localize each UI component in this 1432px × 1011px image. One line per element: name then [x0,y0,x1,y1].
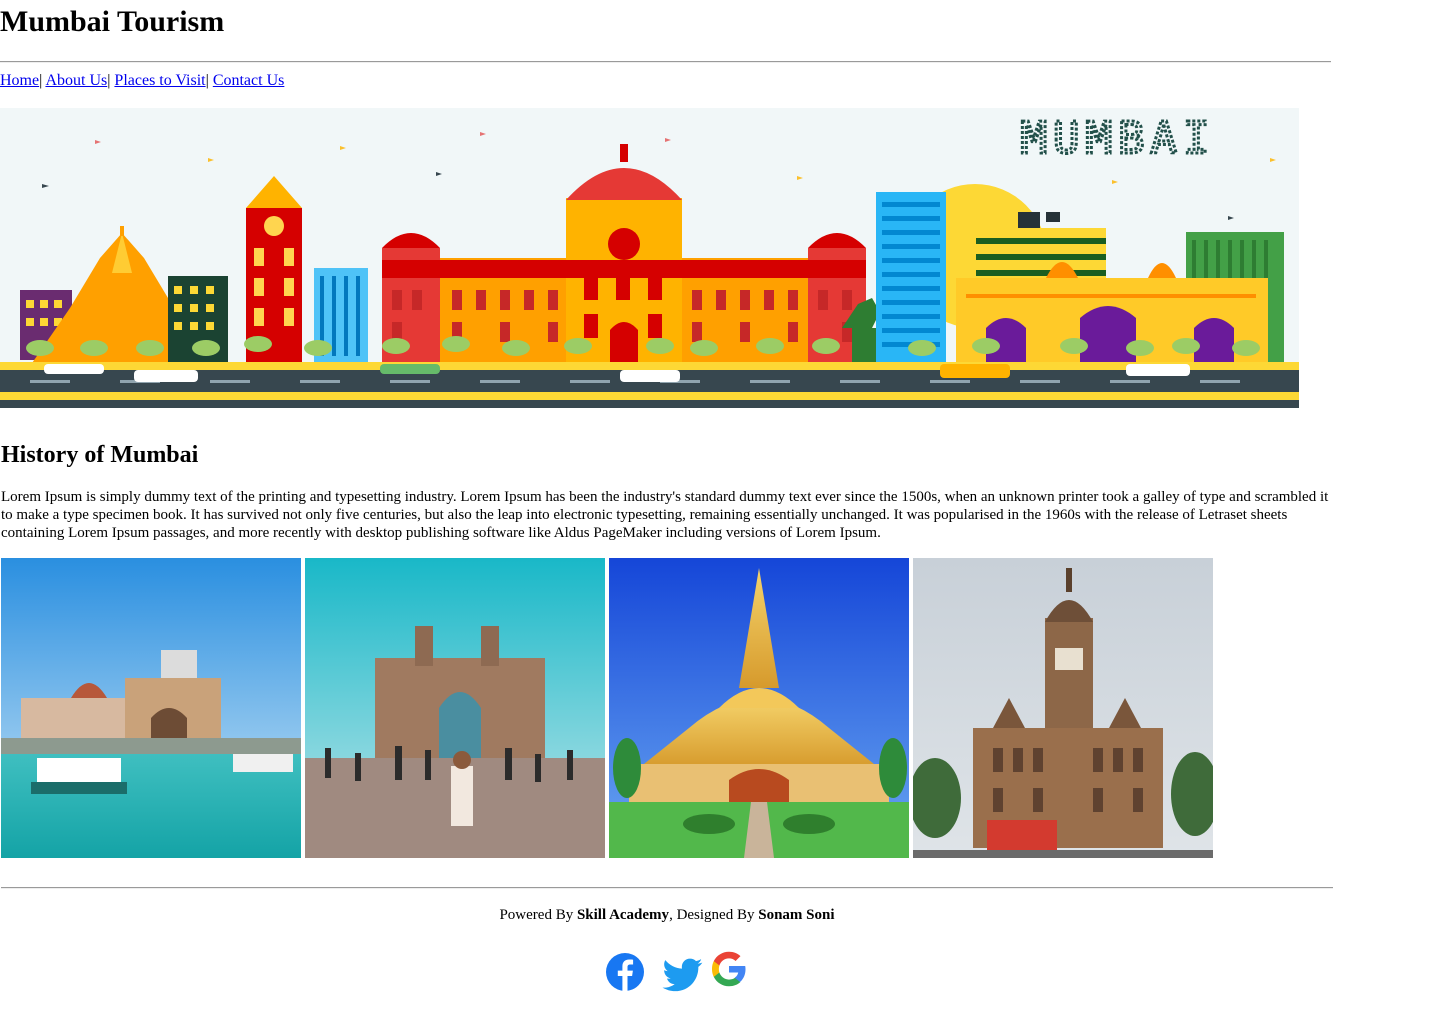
footer-designer-name: Sonam Soni [758,907,835,923]
mumbai-skyline-banner: MUMBAI [0,108,1299,408]
nav-link-about-us[interactable]: About Us [45,72,107,89]
banner-wordmark: MUMBAI [1021,113,1216,164]
nav-separator: | [107,72,111,89]
footer-credit: Powered By Skill Academy, Designed By So… [0,905,1334,925]
site-title: Mumbai Tourism [0,5,225,38]
history-heading: History of Mumbai [1,442,199,468]
footer-powered-name: Skill Academy [576,907,670,923]
header-divider [0,61,1331,63]
nav-link-places-to-visit[interactable]: Places to Visit [114,72,205,89]
footer-divider [1,887,1333,889]
main-nav: Home| About Us| Places to Visit| Contact… [0,71,284,91]
google-link[interactable] [711,944,747,994]
twitter-icon [662,958,703,992]
photo-bmc-building [913,558,1213,858]
social-links [605,940,747,994]
nav-link-home[interactable]: Home [0,72,39,89]
footer-powered-prefix: Powered By [499,907,577,923]
facebook-link[interactable] [605,948,645,994]
footer-designed-prefix: , Designed By [669,907,759,923]
history-paragraph: Lorem Ipsum is simply dummy text of the … [1,489,1329,541]
nav-separator: | [39,72,43,89]
google-icon [711,951,746,987]
nav-link-contact-us[interactable]: Contact Us [213,72,285,89]
photo-gateway-harbour [1,558,301,858]
photo-gateway-of-india [305,558,605,858]
twitter-link[interactable] [661,954,705,994]
photo-vipassana-pagoda [609,558,909,858]
facebook-icon [606,953,644,991]
nav-separator: | [205,72,209,89]
